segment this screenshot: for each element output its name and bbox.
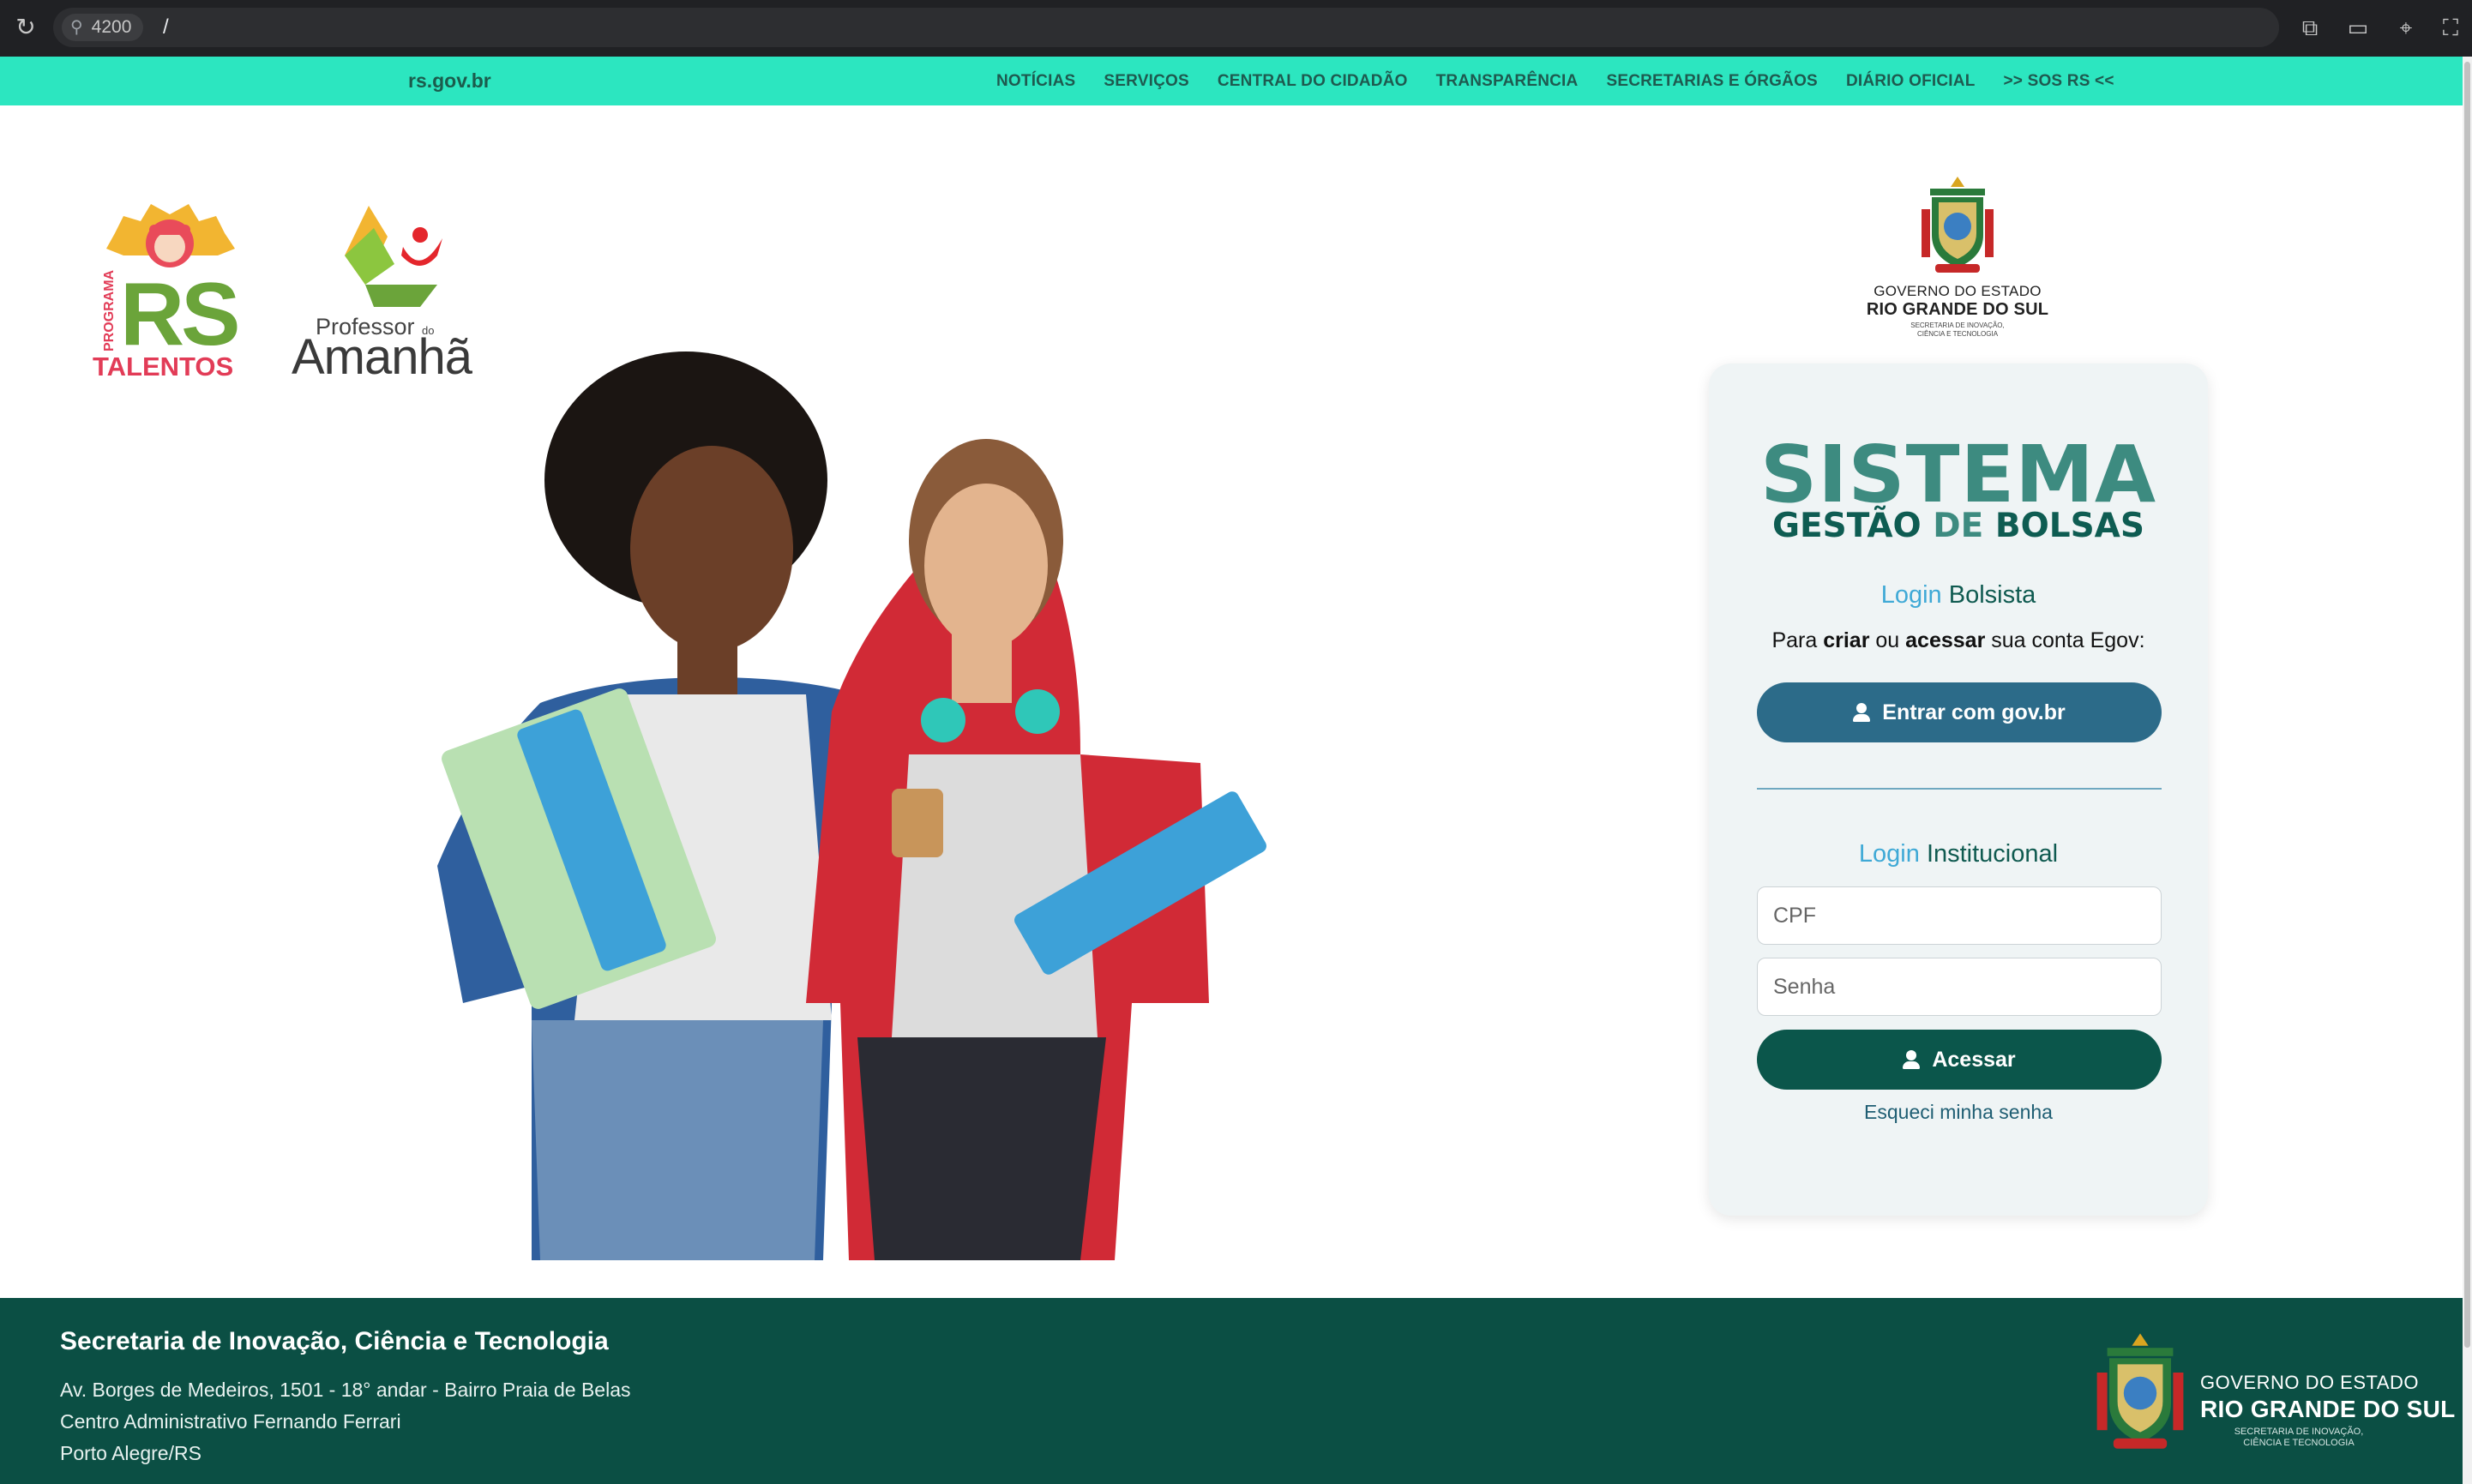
gov-crest-top: GOVERNO DO ESTADO RIO GRANDE DO SUL SECR… [1843, 175, 2072, 346]
gov-button-label: Entrar com gov.br [1882, 700, 2066, 724]
footer-building: Centro Administrativo Fernando Ferrari [60, 1410, 401, 1433]
egov-instruction: Para criar ou acessar sua conta Egov: [1709, 626, 2208, 655]
footer-city: Porto Alegre/RS [60, 1442, 201, 1464]
forgot-password-link[interactable]: Esqueci minha senha [1709, 1101, 2208, 1124]
gov-brand-link[interactable]: rs.gov.br [408, 57, 491, 105]
instruction-pre: Para [1771, 628, 1824, 652]
footer-address: Av. Borges de Medeiros, 1501 - 18° andar… [60, 1379, 631, 1401]
senha-input[interactable] [1757, 958, 2162, 1016]
address-bar[interactable]: ⚲ 4200 / [53, 8, 2279, 47]
page-footer: Secretaria de Inovação, Ciência e Tecnol… [0, 1298, 2463, 1484]
logo-rs-text: RS [120, 265, 238, 364]
crest-line2: RIO GRANDE DO SUL [1866, 300, 2049, 319]
rs-talentos-logo: PROGRAMA RS TALENTOS [93, 204, 241, 379]
footer-gov-label: GOVERNO DO ESTADO RIO GRANDE DO SUL SECR… [2200, 1372, 2456, 1449]
gov-top-bar: rs.gov.br NOTÍCIAS SERVIÇOS CENTRAL DO C… [0, 57, 2463, 105]
nav-diario-oficial[interactable]: DIÁRIO OFICIAL [1846, 57, 1976, 105]
section-divider [1757, 788, 2162, 790]
acessar-button[interactable]: Acessar [1757, 1030, 2162, 1090]
nav-noticias[interactable]: NOTÍCIAS [996, 57, 1075, 105]
page-scrollbar[interactable] [2463, 57, 2472, 1484]
footer-coat-of-arms-icon [2096, 1333, 2184, 1449]
user-icon [1853, 703, 1871, 722]
crest-line4: CIÊNCIA E TECNOLOGIA [1916, 330, 1999, 338]
crest-line3: SECRETARIA DE INOVAÇÃO, [1910, 321, 2005, 329]
site-info-chip[interactable]: ⚲ 4200 [62, 14, 144, 41]
coat-of-arms-icon [1922, 177, 1994, 273]
cpf-input[interactable] [1757, 886, 2162, 945]
login-word-inst: Login [1858, 840, 1920, 868]
login-card: SISTEMA GESTÃO DE BOLSAS Login Bolsista … [1709, 363, 2208, 1216]
subtitle-bolsas: BOLSAS [1994, 507, 2144, 545]
instruction-criar: criar [1823, 628, 1870, 652]
system-subtitle: GESTÃO DE BOLSAS [1709, 508, 2208, 545]
footer-gov-line2: RIO GRANDE DO SUL [2200, 1396, 2456, 1422]
login-bolsista-heading: Login Bolsista [1709, 580, 2208, 610]
bolsista-word: Bolsista [1948, 581, 2036, 609]
gov-nav: NOTÍCIAS SERVIÇOS CENTRAL DO CIDADÃO TRA… [996, 57, 2114, 105]
system-title: SISTEMA [1759, 429, 2157, 520]
instruction-mid: ou [1869, 628, 1906, 652]
nav-central-cidadao[interactable]: CENTRAL DO CIDADÃO [1218, 57, 1408, 105]
logo-programa-text: PROGRAMA [102, 269, 117, 351]
crest-line1: GOVERNO DO ESTADO [1874, 283, 2042, 299]
reload-icon[interactable]: ↻ [12, 14, 39, 41]
instruction-post: sua conta Egov: [1985, 628, 2145, 652]
scrollbar-thumb[interactable] [2464, 62, 2470, 1348]
fullscreen-icon[interactable]: ⛶ [2435, 12, 2466, 43]
subtitle-de: DE [1933, 507, 1984, 545]
footer-title: Secretaria de Inovação, Ciência e Tecnol… [60, 1327, 609, 1355]
acessar-button-label: Acessar [1932, 1047, 2016, 1072]
nav-secretarias[interactable]: SECRETARIAS E ÓRGÃOS [1606, 57, 1817, 105]
institucional-word: Institucional [1926, 840, 2059, 868]
port-text: 4200 [91, 17, 132, 37]
logo-talentos-text: TALENTOS [93, 351, 233, 379]
device-toggle-icon[interactable]: ▭ [2343, 12, 2373, 43]
user-icon [1903, 1050, 1921, 1069]
subtitle-gestao: GESTÃO [1772, 507, 1922, 545]
footer-gov-line3: SECRETARIA DE INOVAÇÃO, [2234, 1427, 2364, 1437]
nav-transparencia[interactable]: TRANSPARÊNCIA [1436, 57, 1579, 105]
nav-sos-rs[interactable]: >> SOS RS << [2004, 57, 2114, 105]
login-institucional-heading: Login Institucional [1709, 838, 2208, 869]
plug-icon: ⚲ [70, 18, 83, 37]
browser-toolbar: ↻ ⚲ 4200 / ⧉ ▭ ⌖ ⛶ [0, 0, 2472, 57]
nav-servicos[interactable]: SERVIÇOS [1104, 57, 1188, 105]
open-external-icon[interactable]: ⧉ [2295, 12, 2325, 43]
footer-gov-line1: GOVERNO DO ESTADO [2200, 1372, 2420, 1393]
students-photo [437, 351, 1266, 1260]
gov-br-login-button[interactable]: Entrar com gov.br [1757, 682, 2162, 742]
instruction-acessar: acessar [1905, 628, 1986, 652]
login-word: Login [1880, 581, 1942, 609]
url-path: / [163, 15, 169, 39]
footer-gov-line4: CIÊNCIA E TECNOLOGIA [2243, 1438, 2355, 1448]
inspect-pointer-icon[interactable]: ⌖ [2391, 12, 2421, 43]
